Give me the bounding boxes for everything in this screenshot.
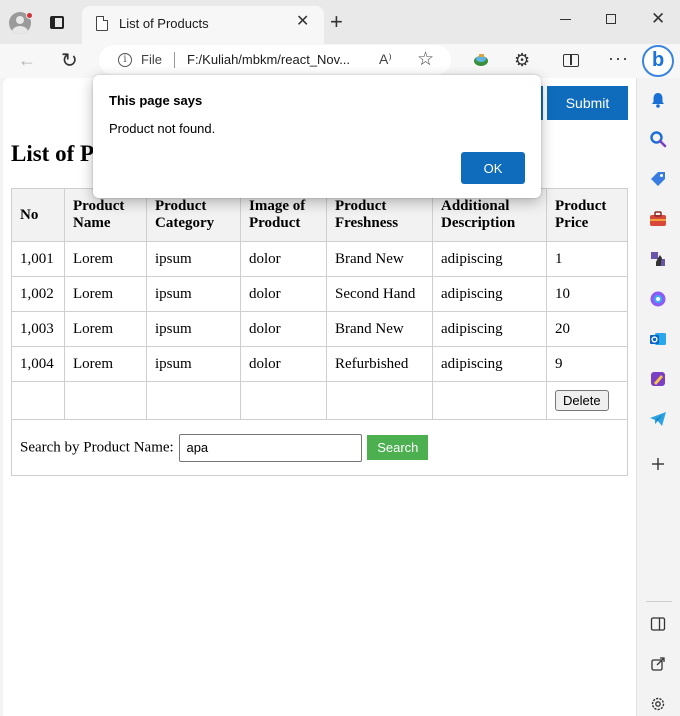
maximize-icon[interactable] <box>606 14 616 24</box>
table-cell: ipsum <box>146 276 241 312</box>
table-cell: Refurbished <box>326 346 433 382</box>
table-cell: 10 <box>546 276 628 312</box>
table-cell: Brand New <box>326 311 433 347</box>
designer-icon[interactable] <box>649 370 667 388</box>
table-row: 1,003 Lorem ipsum dolor Brand New adipis… <box>11 311 628 347</box>
address-separator <box>174 52 175 68</box>
table-cell: 20 <box>546 311 628 347</box>
table-cell-empty <box>432 381 547 420</box>
search-input[interactable] <box>179 433 363 462</box>
protocol-label: File <box>141 52 162 67</box>
table-cell-empty <box>326 381 433 420</box>
table-cell: 1,004 <box>11 346 65 382</box>
toolbox-icon[interactable] <box>649 210 667 228</box>
tag-icon[interactable] <box>649 170 667 188</box>
bing-chat-icon[interactable]: b <box>642 45 674 77</box>
refresh-icon[interactable]: ↻ <box>61 48 78 73</box>
copilot-icon[interactable] <box>649 290 667 308</box>
new-tab-icon[interactable]: + <box>330 11 343 33</box>
outlook-icon[interactable] <box>649 330 667 348</box>
favorite-star-icon[interactable]: ☆ <box>417 48 434 71</box>
table-cell: ipsum <box>146 241 241 277</box>
table-cell: adipiscing <box>432 346 547 382</box>
tab-title: List of Products <box>119 16 209 31</box>
column-header: Product Price <box>546 188 628 242</box>
table-row: 1,004 Lorem ipsum dolor Refurbished adip… <box>11 346 628 382</box>
alert-dialog: This page says Product not found. OK <box>93 75 541 198</box>
table-cell: adipiscing <box>432 241 547 277</box>
page-favicon-icon <box>96 16 108 31</box>
table-cell: dolor <box>240 276 327 312</box>
search-row: Search by Product Name: Search <box>11 419 628 476</box>
tab-active[interactable]: List of Products ✕ <box>82 6 324 44</box>
table-cell: dolor <box>240 311 327 347</box>
telegram-icon[interactable] <box>649 410 667 428</box>
ok-button[interactable]: OK <box>461 152 525 184</box>
table-cell: 1,003 <box>11 311 65 347</box>
extension-globe-icon[interactable] <box>473 53 489 67</box>
table-cell: 1,002 <box>11 276 65 312</box>
site-info-icon[interactable]: i <box>118 53 132 67</box>
search-icon[interactable] <box>649 130 667 148</box>
table-cell: adipiscing <box>432 311 547 347</box>
column-header: No <box>11 188 65 242</box>
table-cell: 1,001 <box>11 241 65 277</box>
table-cell: Lorem <box>64 241 147 277</box>
table-cell-empty <box>146 381 241 420</box>
sidebar-panel-icon[interactable] <box>649 615 667 633</box>
search-button[interactable]: Search <box>367 435 429 460</box>
table-cell: ipsum <box>146 311 241 347</box>
sidebar-divider <box>646 601 672 602</box>
notification-dot <box>26 12 33 19</box>
settings-icon[interactable] <box>649 695 667 713</box>
open-external-icon[interactable] <box>649 655 667 673</box>
table-action-row: Delete <box>11 381 628 420</box>
url-text[interactable]: F:/Kuliah/mbkm/react_Nov... <box>187 52 350 67</box>
more-menu-icon[interactable]: ··· <box>608 48 629 69</box>
table-cell: Brand New <box>326 241 433 277</box>
address-bar[interactable]: i File F:/Kuliah/mbkm/react_Nov... A⁾ ☆ <box>99 45 451 75</box>
table-cell: Lorem <box>64 276 147 312</box>
search-label: Search by Product Name: <box>20 439 174 455</box>
search-cell: Search by Product Name: Search <box>11 419 628 476</box>
edge-sidebar <box>636 78 680 716</box>
products-table: No Product Name Product Category Image o… <box>11 188 628 476</box>
table-row: 1,002 Lorem ipsum dolor Second Hand adip… <box>11 276 628 312</box>
submit-button[interactable]: Submit <box>547 86 628 120</box>
table-cell-action: Delete <box>546 381 628 420</box>
table-cell-empty <box>240 381 327 420</box>
bell-icon[interactable] <box>649 91 667 109</box>
browser-toolbar: ← ↻ i File F:/Kuliah/mbkm/react_Nov... A… <box>0 44 680 78</box>
add-icon[interactable] <box>649 455 667 473</box>
chess-icon[interactable] <box>649 250 667 268</box>
read-aloud-icon[interactable]: A⁾ <box>379 51 392 68</box>
close-tab-icon[interactable]: ✕ <box>296 14 309 30</box>
table-cell: ipsum <box>146 346 241 382</box>
table-cell: dolor <box>240 241 327 277</box>
dialog-title: This page says <box>109 93 203 108</box>
split-screen-icon[interactable] <box>563 54 579 67</box>
table-cell: 1 <box>546 241 628 277</box>
delete-button[interactable]: Delete <box>555 390 609 411</box>
table-row: 1,001 Lorem ipsum dolor Brand New adipis… <box>11 241 628 277</box>
window-close-icon[interactable]: ✕ <box>651 9 665 29</box>
minimize-icon[interactable] <box>560 19 571 20</box>
tab-actions-icon[interactable] <box>50 16 64 29</box>
dialog-message: Product not found. <box>109 121 216 136</box>
extensions-icon[interactable]: ⚙ <box>514 50 530 71</box>
tab-strip: List of Products ✕ + ✕ <box>0 0 680 44</box>
back-icon[interactable]: ← <box>18 50 36 71</box>
table-cell-empty <box>64 381 147 420</box>
bing-letter: b <box>652 49 665 71</box>
browser-window: List of Products ✕ + ✕ ← ↻ i File F:/Kul… <box>0 0 680 716</box>
table-cell: Lorem <box>64 346 147 382</box>
table-cell: dolor <box>240 346 327 382</box>
table-cell: adipiscing <box>432 276 547 312</box>
table-cell: Lorem <box>64 311 147 347</box>
table-cell: Second Hand <box>326 276 433 312</box>
table-cell-empty <box>11 381 65 420</box>
table-cell: 9 <box>546 346 628 382</box>
